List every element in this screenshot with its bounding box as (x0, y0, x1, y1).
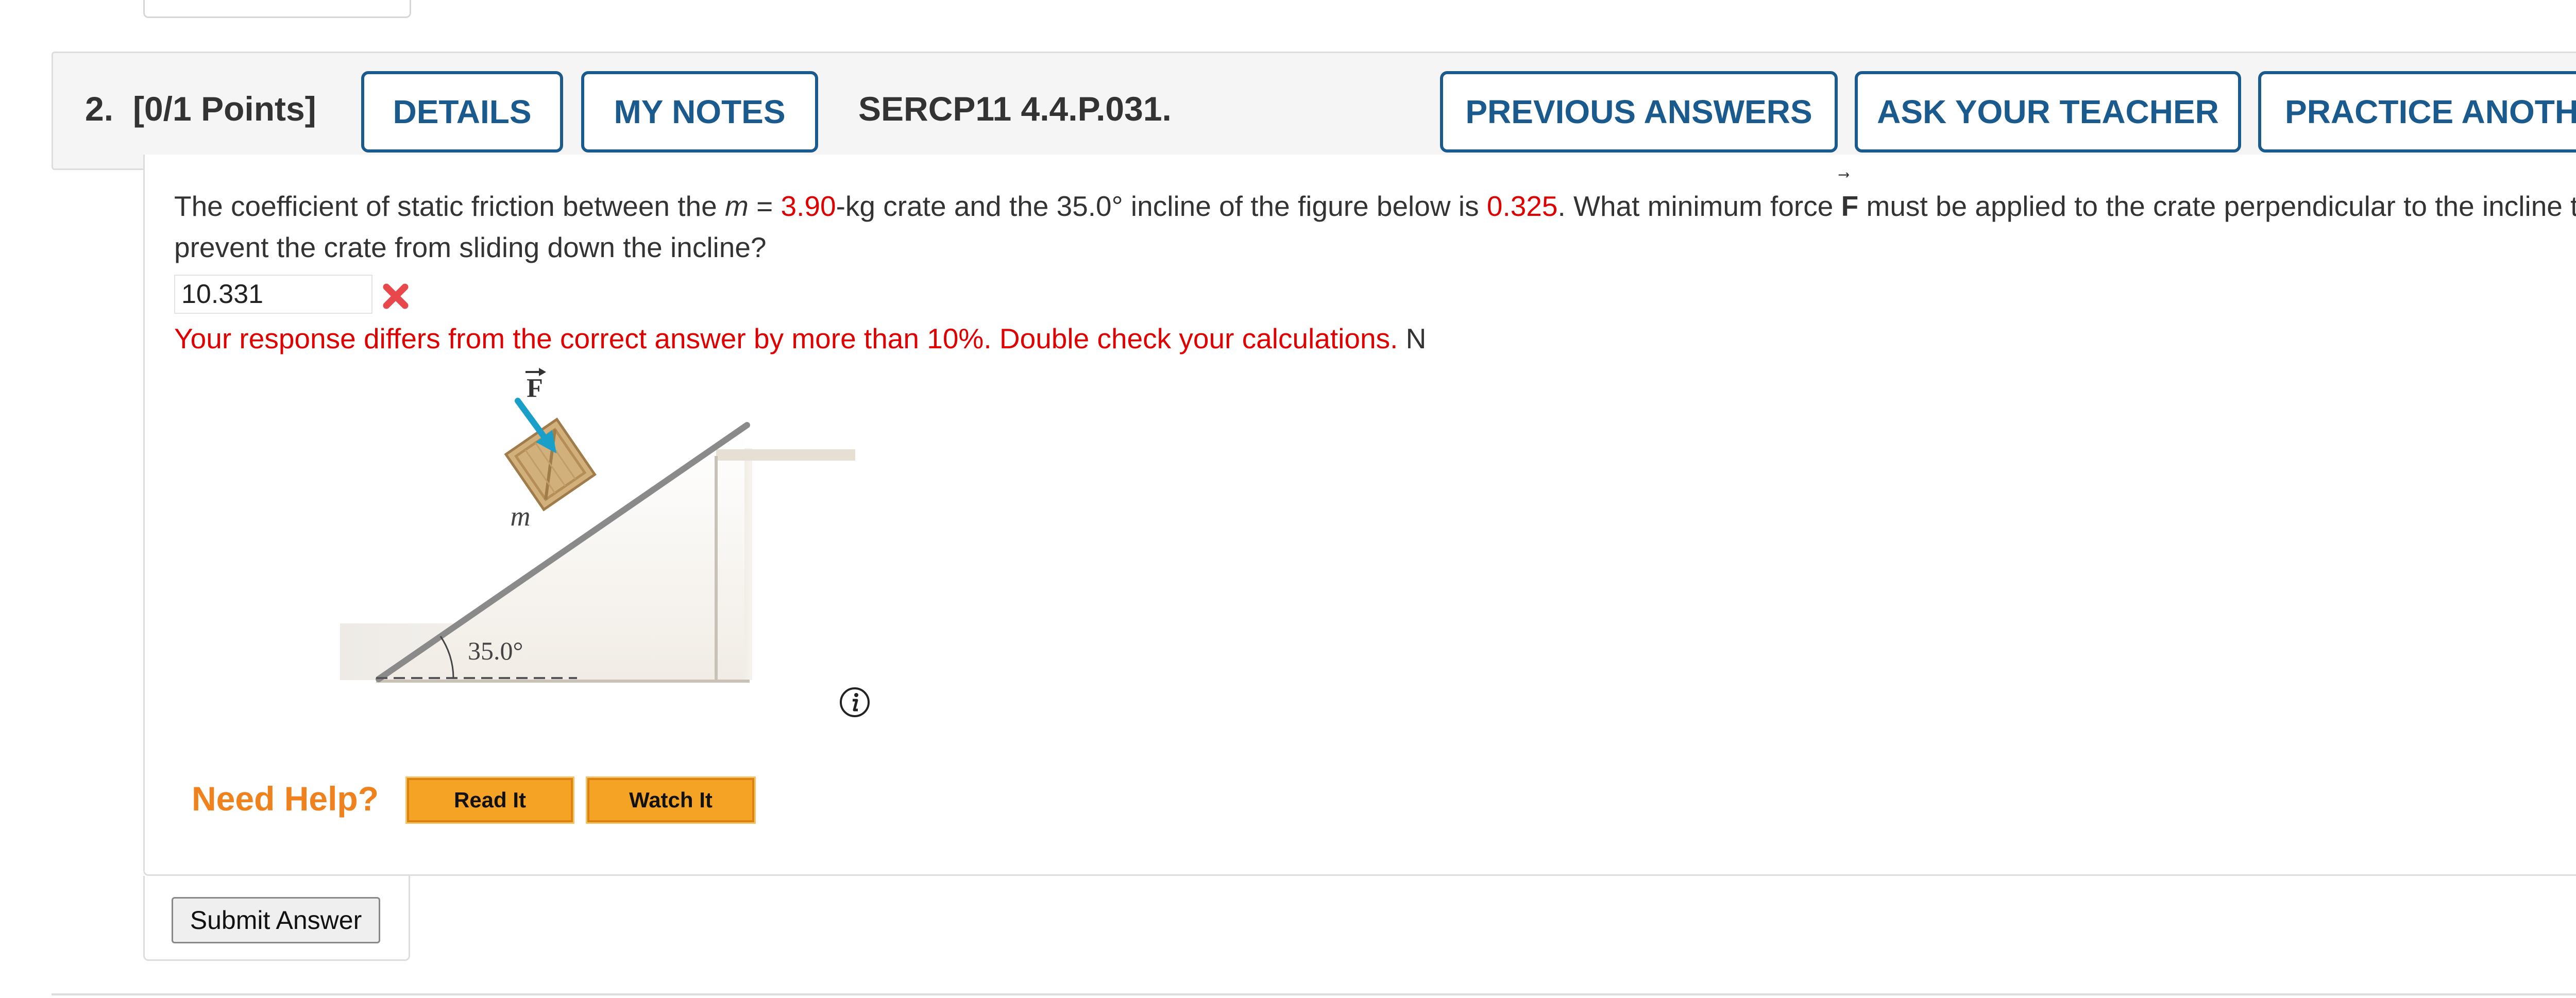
question-text: The coefficient of static friction betwe… (174, 185, 2576, 268)
top-platform (716, 449, 855, 461)
info-icon[interactable] (839, 686, 871, 718)
divider (52, 993, 2576, 995)
mass-label: m (511, 501, 531, 532)
incorrect-x-icon (383, 283, 409, 309)
question-header: 2. [0/1 Points] DETAILS MY NOTES SERCP11… (52, 52, 2576, 170)
question-number: 2. (85, 90, 114, 128)
answer-feedback: Your response differs from the correct a… (174, 318, 1426, 359)
force-vector-symbol: ⃗F (1841, 190, 1859, 222)
force-label: F (527, 374, 543, 403)
previous-answers-button[interactable]: PREVIOUS ANSWERS (1440, 71, 1838, 153)
mass-variable: m (725, 190, 749, 222)
answer-input[interactable]: 10.331 (174, 275, 372, 314)
angle-label: 35.0° (468, 636, 523, 665)
feedback-message: Your response differs from the correct a… (174, 323, 1398, 354)
read-it-button[interactable]: Read It (405, 776, 574, 824)
mass-value: 3.90 (781, 190, 836, 222)
practice-another-button[interactable]: PRACTICE ANOTHER (2258, 71, 2576, 153)
watch-it-button[interactable]: Watch It (586, 776, 756, 824)
need-help-label: Need Help? (192, 780, 379, 818)
question-code: SERCP11 4.4.P.031. (858, 90, 1172, 128)
question-points: [0/1 Points] (133, 90, 316, 128)
previous-question-stub (143, 0, 411, 18)
submit-answer-button[interactable]: Submit Answer (172, 897, 380, 943)
friction-coefficient-value: 0.325 (1486, 190, 1558, 222)
details-button[interactable]: DETAILS (361, 71, 563, 153)
my-notes-button[interactable]: MY NOTES (581, 71, 818, 153)
incline-crate-figure: 35.0° F m (340, 368, 855, 683)
answer-unit: N (1405, 323, 1427, 354)
ask-your-teacher-button[interactable]: ASK YOUR TEACHER (1855, 71, 2241, 153)
